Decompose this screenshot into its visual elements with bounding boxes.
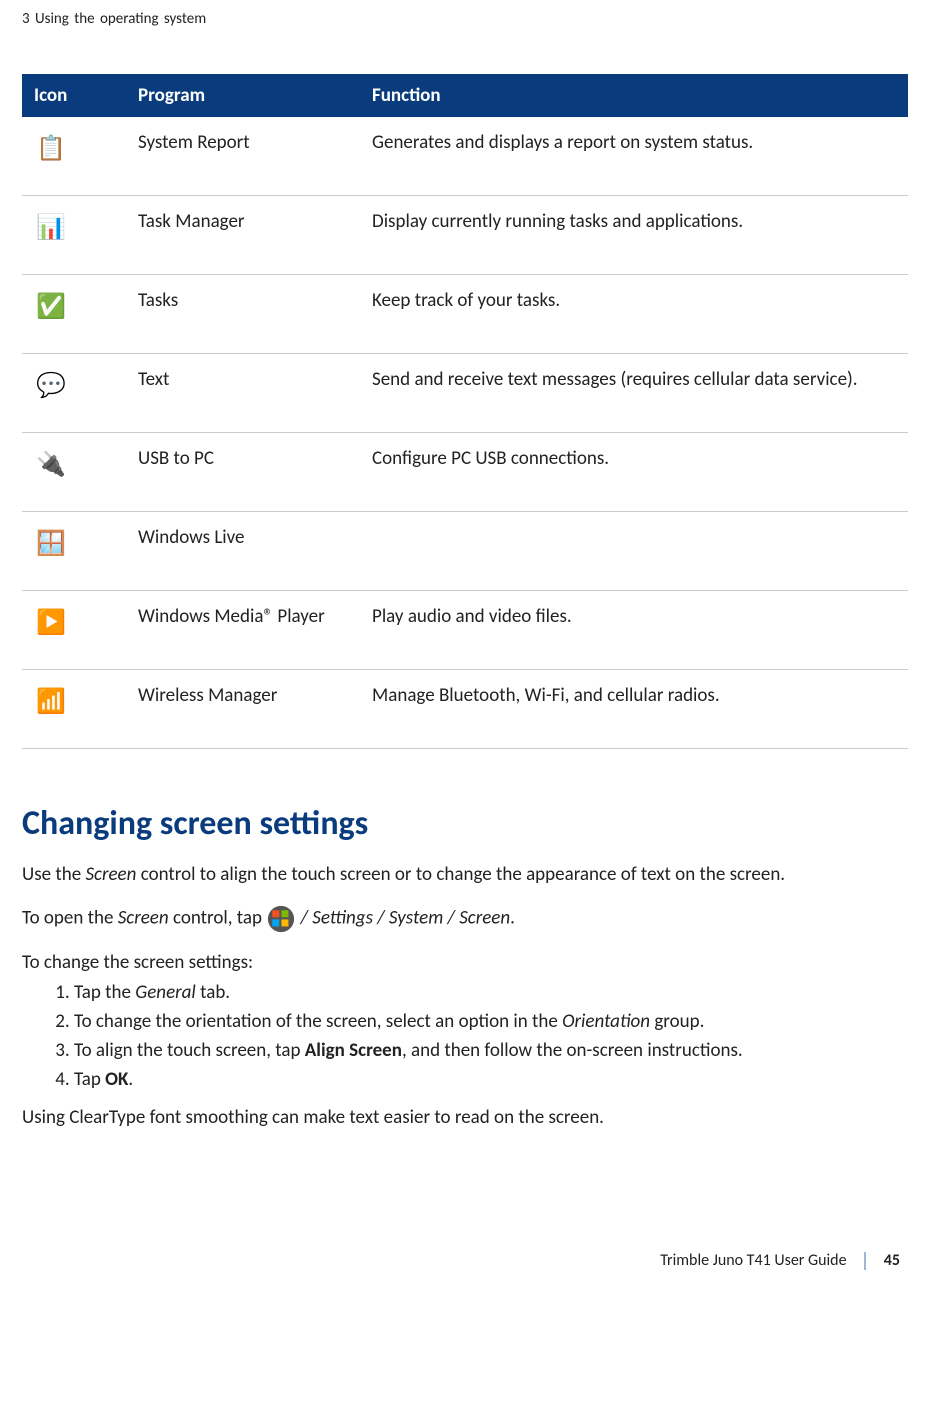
program-name: USB to PC bbox=[126, 433, 360, 512]
table-row: 📋 System ReportGenerates and displays a r… bbox=[22, 117, 908, 196]
text: group. bbox=[650, 1010, 704, 1033]
system-report-icon: 📋 bbox=[34, 131, 68, 165]
program-name: System Report bbox=[126, 117, 360, 196]
para-screen-intro: Use the Screen control to align the touc… bbox=[22, 862, 908, 888]
program-name: Text bbox=[126, 354, 360, 433]
text: To open the bbox=[22, 906, 118, 929]
task-manager-icon: 📊 bbox=[34, 210, 68, 244]
windows-live-icon: 🪟 bbox=[34, 526, 68, 560]
text: , and then follow the on-screen instruct… bbox=[402, 1039, 743, 1062]
steps-list: Tap the General tab. To change the orien… bbox=[22, 981, 908, 1091]
program-name: Windows Media® Player bbox=[126, 591, 360, 670]
windows-start-icon bbox=[266, 904, 296, 934]
text-italic: Screen bbox=[118, 906, 169, 929]
list-item: Tap the General tab. bbox=[74, 981, 908, 1004]
program-function: Configure PC USB connections. bbox=[360, 433, 908, 512]
text-bold: OK bbox=[105, 1068, 128, 1091]
para-change-screen-settings: To change the screen settings: bbox=[22, 950, 908, 976]
usb-to-pc-icon: 🔌 bbox=[34, 447, 68, 481]
program-function: Play audio and video files. bbox=[360, 591, 908, 670]
text: To change the orientation of the screen,… bbox=[74, 1010, 562, 1033]
program-name: Wireless Manager bbox=[126, 670, 360, 749]
footer-guide-title: Trimble Juno T41 User Guide bbox=[660, 1251, 846, 1270]
list-item: To change the orientation of the screen,… bbox=[74, 1010, 908, 1033]
text: Tap bbox=[74, 1068, 105, 1091]
icon-cell: 🔌 bbox=[22, 433, 126, 512]
table-row: 📶 Wireless ManagerManage Bluetooth, Wi-Fi… bbox=[22, 670, 908, 749]
table-row: 💬 TextSend and receive text messages (req… bbox=[22, 354, 908, 433]
text-icon: 💬 bbox=[34, 368, 68, 402]
table-row: 📊 Task ManagerDisplay currently running t… bbox=[22, 196, 908, 275]
text: control, tap bbox=[169, 906, 267, 929]
text: Use the bbox=[22, 863, 85, 886]
icon-cell: ✅ bbox=[22, 275, 126, 354]
para-cleartype: Using ClearType font smoothing can make … bbox=[22, 1105, 908, 1131]
icon-cell: 📋 bbox=[22, 117, 126, 196]
program-function: Keep track of your tasks. bbox=[360, 275, 908, 354]
tasks-icon: ✅ bbox=[34, 289, 68, 323]
text: Tap the bbox=[74, 981, 135, 1004]
program-function: Manage Bluetooth, Wi-Fi, and cellular ra… bbox=[360, 670, 908, 749]
table-row: ▶️ Windows Media® PlayerPlay audio and vi… bbox=[22, 591, 908, 670]
icon-cell: 📊 bbox=[22, 196, 126, 275]
program-function: Send and receive text messages (requires… bbox=[360, 354, 908, 433]
list-item: Tap OK. bbox=[74, 1068, 908, 1091]
media-player-icon: ▶️ bbox=[34, 605, 68, 639]
wireless-manager-icon: 📶 bbox=[34, 684, 68, 718]
section-heading: Changing screen settings bbox=[22, 803, 908, 844]
program-function: Display currently running tasks and appl… bbox=[360, 196, 908, 275]
text: control to align the touch screen or to … bbox=[136, 863, 785, 886]
program-table: Icon Program Function 📋 System ReportGene… bbox=[22, 74, 908, 749]
table-row: 🪟 Windows Live bbox=[22, 512, 908, 591]
program-function bbox=[360, 512, 908, 591]
text: . bbox=[510, 906, 515, 929]
program-name: Tasks bbox=[126, 275, 360, 354]
col-program-header: Program bbox=[126, 74, 360, 117]
text: To align the touch screen, tap bbox=[74, 1039, 305, 1062]
text-italic: Screen bbox=[85, 863, 136, 886]
running-head: 3 Using the operating system bbox=[22, 10, 908, 28]
icon-cell: 💬 bbox=[22, 354, 126, 433]
icon-cell: ▶️ bbox=[22, 591, 126, 670]
text: tab. bbox=[196, 981, 230, 1004]
program-function: Generates and displays a report on syste… bbox=[360, 117, 908, 196]
table-row: ✅ TasksKeep track of your tasks. bbox=[22, 275, 908, 354]
program-name: Task Manager bbox=[126, 196, 360, 275]
text-bold: Align Screen bbox=[305, 1039, 402, 1062]
text-italic: / Settings / System / Screen bbox=[296, 906, 510, 929]
list-item: To align the touch screen, tap Align Scr… bbox=[74, 1039, 908, 1062]
footer: Trimble Juno T41 User Guide 45 bbox=[22, 1251, 908, 1270]
footer-page-number: 45 bbox=[884, 1251, 900, 1270]
text-italic: Orientation bbox=[562, 1010, 650, 1033]
icon-cell: 📶 bbox=[22, 670, 126, 749]
text-italic: General bbox=[135, 981, 196, 1004]
table-row: 🔌 USB to PCConfigure PC USB connections. bbox=[22, 433, 908, 512]
footer-separator bbox=[864, 1252, 866, 1270]
para-open-screen-control: To open the Screen control, tap / Settin… bbox=[22, 904, 908, 934]
col-icon-header: Icon bbox=[22, 74, 126, 117]
program-name: Windows Live bbox=[126, 512, 360, 591]
col-function-header: Function bbox=[360, 74, 908, 117]
icon-cell: 🪟 bbox=[22, 512, 126, 591]
text: . bbox=[128, 1068, 133, 1091]
